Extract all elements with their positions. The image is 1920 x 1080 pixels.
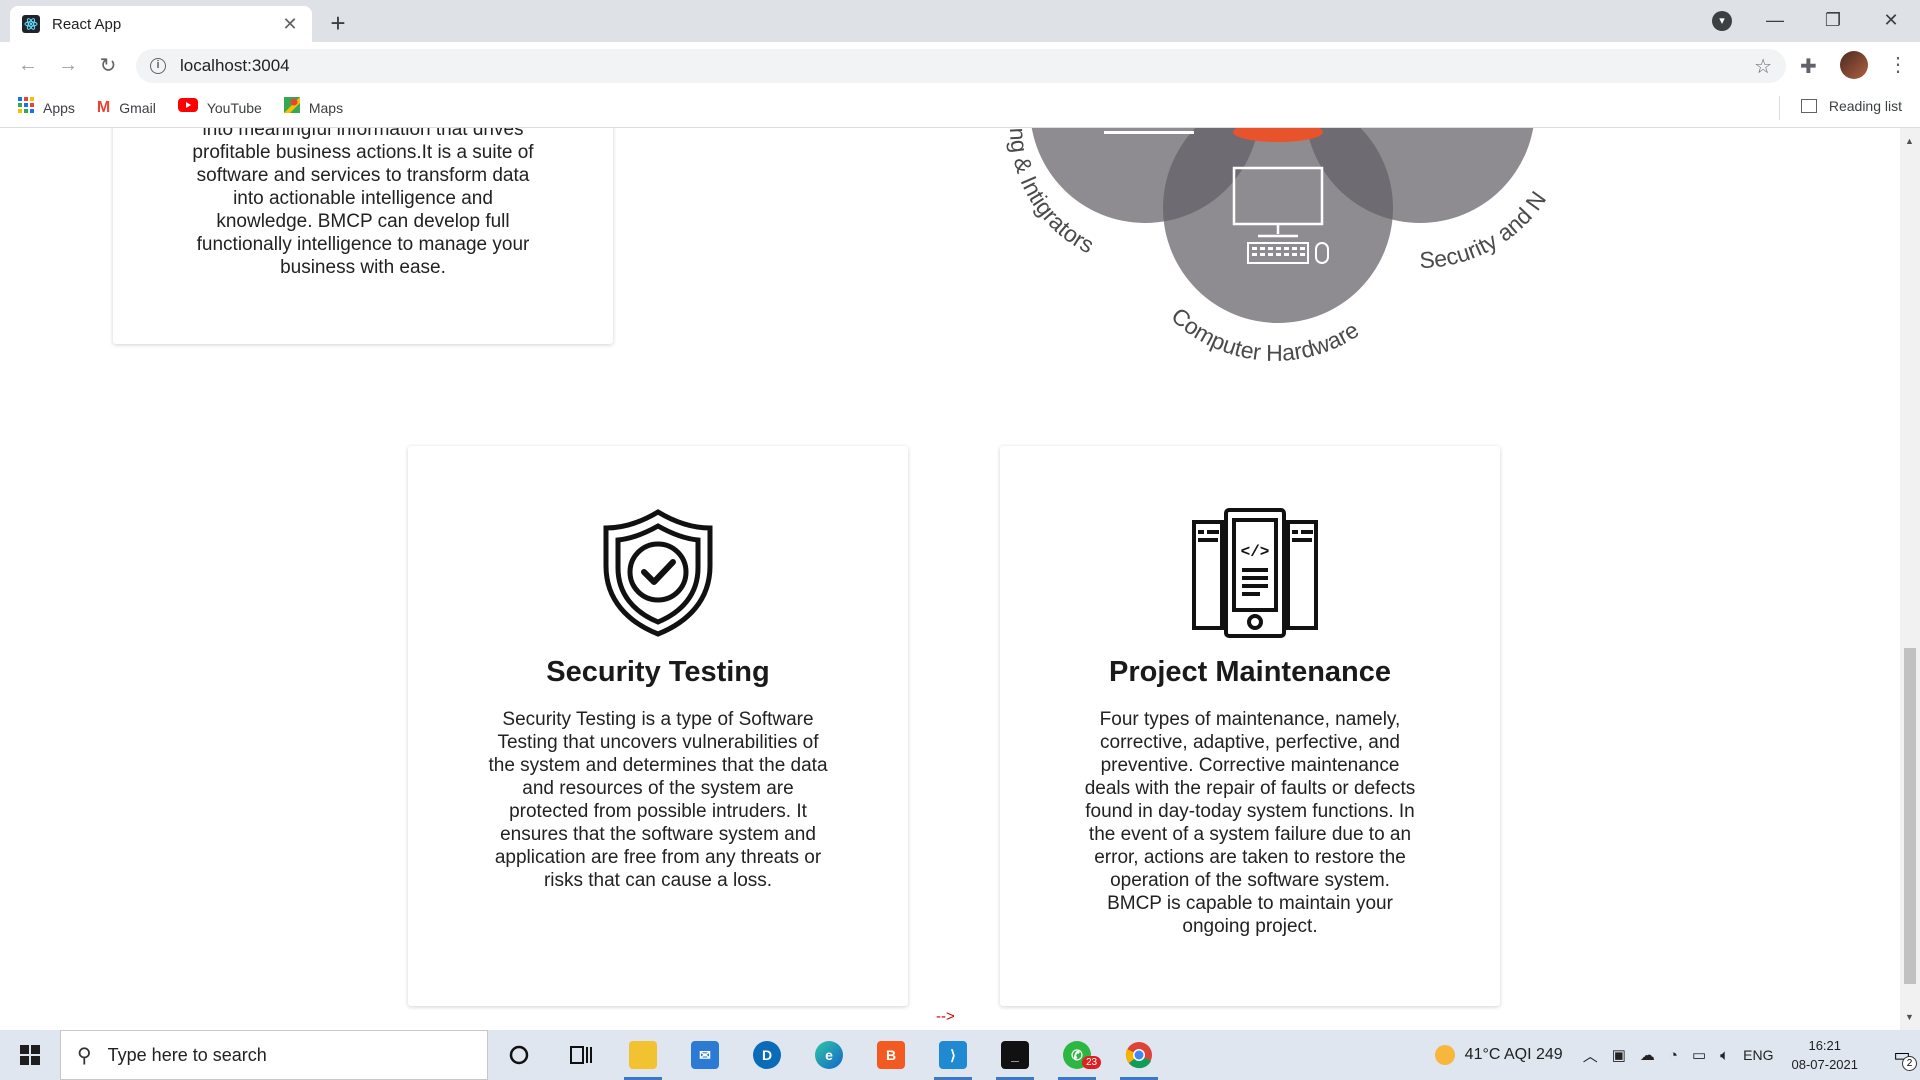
meet-now-icon[interactable]: ▣ xyxy=(1612,1046,1626,1064)
shield-check-icon xyxy=(598,508,718,638)
browser-chrome: React App ✕ + ▾ — ❐ ✕ ← → ↻ i localhost:… xyxy=(0,0,1920,128)
bookmark-label: YouTube xyxy=(206,99,262,116)
reload-icon[interactable]: ↻ xyxy=(88,53,128,78)
profile-avatar[interactable] xyxy=(1840,51,1868,79)
back-icon[interactable]: ← xyxy=(8,54,48,77)
edge-icon[interactable]: e xyxy=(798,1030,860,1080)
task-view-icon[interactable] xyxy=(550,1030,612,1080)
page-scrollbar[interactable]: ▲ ▼ xyxy=(1900,128,1920,1030)
service-card-project-maintenance: </> Project Maintenance Four types of ma… xyxy=(1000,446,1500,1006)
bookmark-youtube[interactable]: YouTube xyxy=(177,98,262,117)
card-description: Security Testing is a type of Software T… xyxy=(488,709,828,891)
chrome-icon[interactable] xyxy=(1108,1030,1170,1080)
apps-grid-icon xyxy=(18,97,34,118)
services-venn-diagram: ng & Intigrators Computer Hardware Secur… xyxy=(980,128,1620,388)
bookmark-gmail[interactable]: M Gmail xyxy=(97,99,156,117)
card-title: Security Testing xyxy=(546,656,770,688)
volume-icon[interactable]: 🔈︎ xyxy=(1720,1047,1729,1064)
bookmark-label: Apps xyxy=(43,99,75,116)
scroll-up-icon[interactable]: ▲ xyxy=(1905,136,1914,146)
tab-react-app[interactable]: React App ✕ xyxy=(10,6,312,42)
taskbar-search-box[interactable]: ⚲ Type here to search xyxy=(60,1030,488,1080)
whatsapp-unread-badge: 23 xyxy=(1082,1056,1102,1069)
wifi-icon[interactable]: ◔ xyxy=(1669,1047,1678,1064)
maps-icon xyxy=(283,97,300,118)
scroll-thumb[interactable] xyxy=(1904,648,1916,984)
bookmark-label: Gmail xyxy=(119,99,156,116)
notification-center-icon[interactable]: ▭ 2 xyxy=(1884,1030,1920,1080)
scroll-down-icon[interactable]: ▼ xyxy=(1905,1012,1914,1022)
browser-menu-icon[interactable]: ⋮ xyxy=(1888,52,1908,77)
chevron-up-icon[interactable]: ︿ xyxy=(1583,1045,1598,1066)
tab-title: React App xyxy=(52,15,122,33)
service-card-top: into meaningful information that drives … xyxy=(113,128,613,344)
page-viewport: into meaningful information that drives … xyxy=(0,128,1900,1030)
taskbar-clock[interactable]: 16:21 08-07-2021 xyxy=(1792,1036,1859,1074)
search-placeholder: Type here to search xyxy=(107,1044,267,1065)
browser-toolbar: ← → ↻ i localhost:3004 ☆ ✚ ⋮ xyxy=(0,42,1920,88)
restore-icon[interactable]: ❐ xyxy=(1804,10,1862,31)
dell-icon[interactable]: D xyxy=(736,1030,798,1080)
bookmarks-divider xyxy=(1779,96,1780,120)
extensions-icon[interactable]: ✚ xyxy=(1800,54,1817,79)
reading-list-label: Reading list xyxy=(1828,98,1902,114)
service-card-security-testing: Security Testing Security Testing is a t… xyxy=(408,446,908,1006)
file-explorer-icon[interactable] xyxy=(612,1030,674,1080)
tab-strip: React App ✕ + ▾ — ❐ ✕ xyxy=(0,0,1920,42)
bookmark-apps[interactable]: Apps xyxy=(18,97,75,118)
onedrive-icon[interactable]: ☁ xyxy=(1640,1046,1655,1064)
mail-icon[interactable]: ✉ xyxy=(674,1030,736,1080)
window-controls: — ❐ ✕ xyxy=(1746,0,1920,40)
bookmarks-bar: Apps M Gmail YouTube Maps Reading list xyxy=(0,88,1920,128)
card-description: Four types of maintenance, namely, corre… xyxy=(1084,709,1416,937)
youtube-icon xyxy=(177,98,198,117)
url-text[interactable]: localhost:3004 xyxy=(180,56,1754,76)
bookmark-label: Maps xyxy=(308,99,344,116)
reading-list-icon xyxy=(1800,99,1817,113)
weather-sun-icon xyxy=(1434,1045,1455,1065)
notification-count: 2 xyxy=(1902,1056,1917,1071)
weather-text: 41°C AQI 249 xyxy=(1464,1046,1563,1063)
svg-text:</>: </> xyxy=(1241,543,1270,561)
minimize-icon[interactable]: — xyxy=(1746,10,1804,31)
stray-comment-text: --> xyxy=(936,1008,955,1025)
weather-widget[interactable]: 41°C AQI 249 xyxy=(1434,1045,1563,1065)
card-title: Project Maintenance xyxy=(1108,656,1392,688)
react-favicon-icon xyxy=(22,15,40,33)
language-indicator[interactable]: ENG xyxy=(1743,1047,1773,1063)
vscode-icon[interactable]: ⟩ xyxy=(922,1030,984,1080)
cortana-icon[interactable] xyxy=(488,1030,550,1080)
bookmark-maps[interactable]: Maps xyxy=(283,97,344,118)
gmail-icon: M xyxy=(96,98,111,116)
system-tray: 41°C AQI 249 ︿ ▣ ☁ ◔ ▭ 🔈︎ ENG 16:21 08-0… xyxy=(1434,1030,1920,1080)
site-info-icon[interactable]: i xyxy=(150,58,166,74)
service-card-description: into meaningful information that drives … xyxy=(192,128,534,278)
tab-search-icon[interactable]: ▾ xyxy=(1712,11,1732,31)
window-close-icon[interactable]: ✕ xyxy=(1862,10,1920,31)
bookmark-star-icon[interactable]: ☆ xyxy=(1754,54,1772,79)
clock-time: 16:21 xyxy=(1808,1038,1842,1053)
new-tab-button[interactable]: + xyxy=(326,8,350,39)
brave-icon[interactable]: B xyxy=(860,1030,922,1080)
forward-icon[interactable]: → xyxy=(48,54,88,77)
reading-list-button[interactable]: Reading list xyxy=(1800,98,1902,114)
mobile-code-icon: </> xyxy=(1190,508,1318,638)
address-bar[interactable]: i localhost:3004 ☆ xyxy=(136,49,1786,83)
terminal-icon[interactable]: _ xyxy=(984,1030,1046,1080)
battery-icon[interactable]: ▭ xyxy=(1692,1046,1706,1064)
search-icon: ⚲ xyxy=(77,1044,92,1067)
windows-logo-icon xyxy=(20,1045,40,1065)
whatsapp-icon[interactable]: ✆ 23 xyxy=(1046,1030,1108,1080)
close-tab-icon[interactable]: ✕ xyxy=(280,14,300,35)
windows-taskbar: ⚲ Type here to search ✉ D e B ⟩ _ ✆ 23 4… xyxy=(0,1030,1920,1080)
start-button[interactable] xyxy=(0,1030,60,1080)
clock-date: 08-07-2021 xyxy=(1791,1057,1859,1072)
